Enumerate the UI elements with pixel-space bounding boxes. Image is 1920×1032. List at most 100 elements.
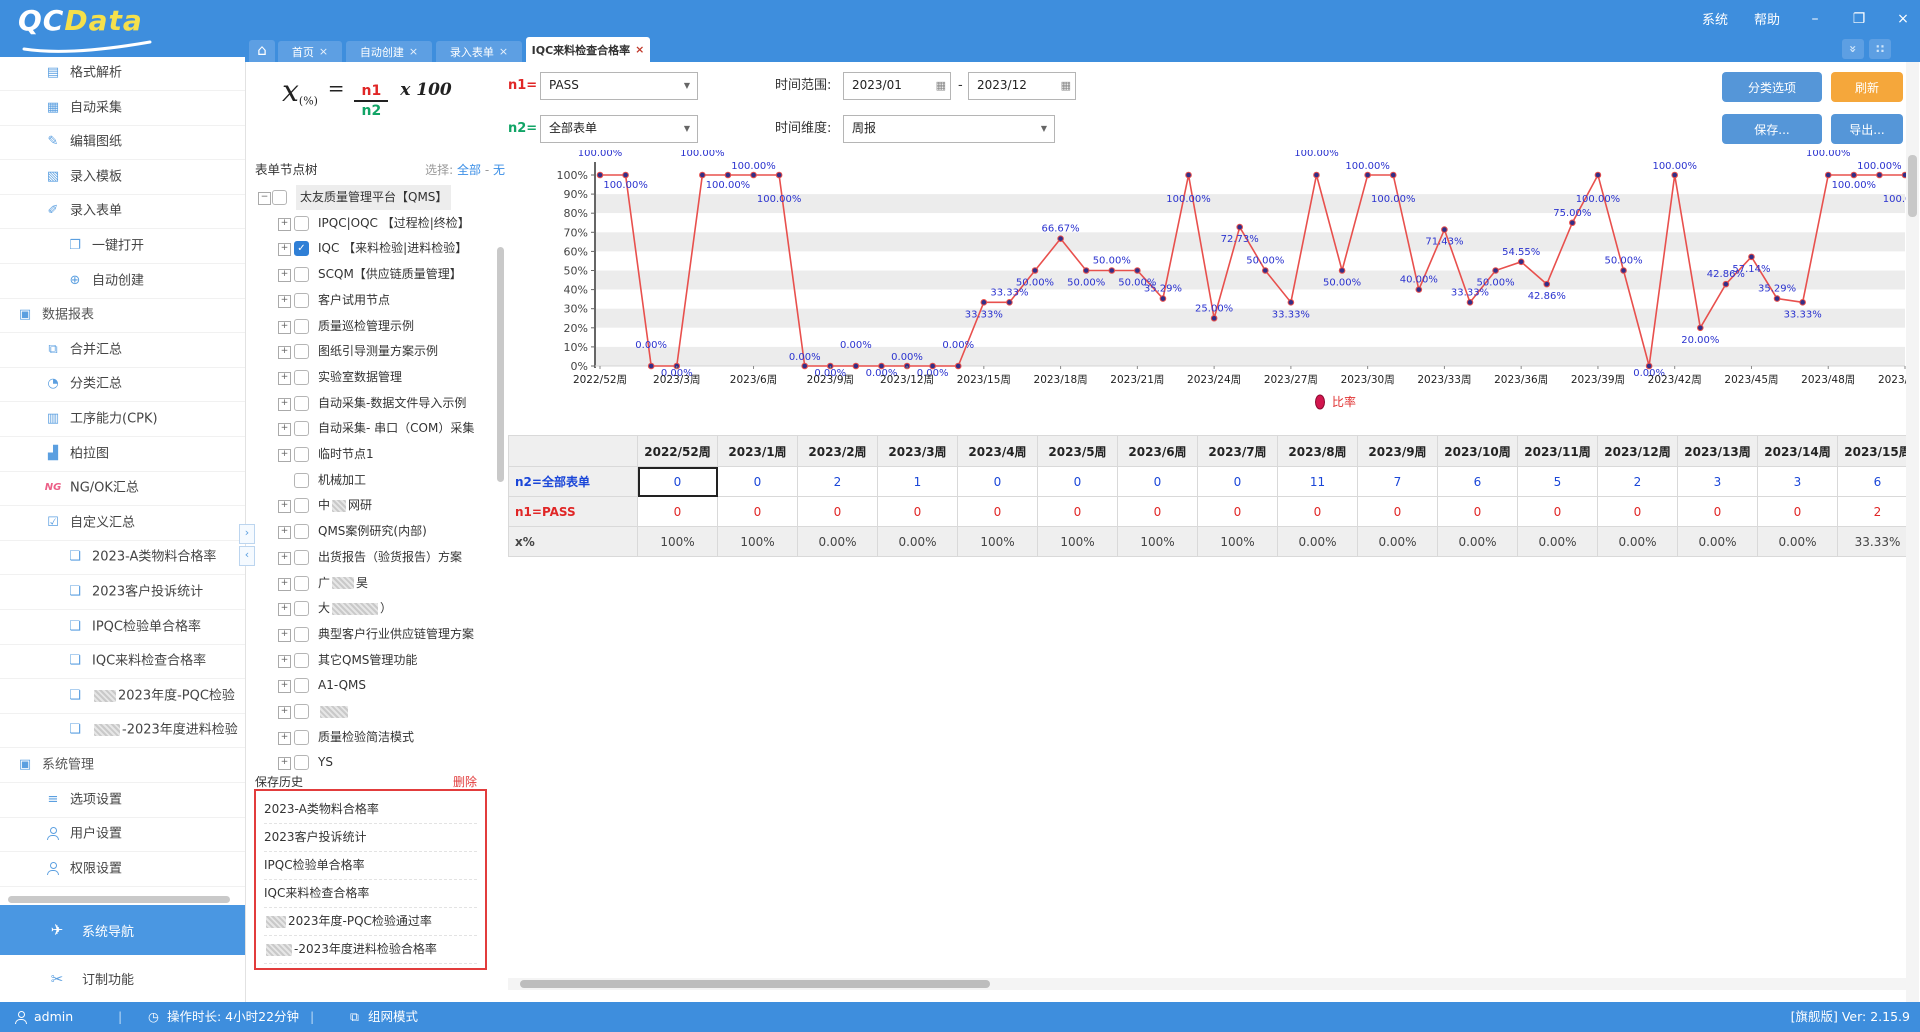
table-cell[interactable]: 1 (878, 467, 958, 497)
tree-node-label[interactable]: IQC 【来料检验|进料检验】 (318, 236, 467, 261)
checkbox[interactable] (294, 319, 309, 334)
category-options-button[interactable]: 分类选项 (1722, 72, 1822, 102)
table-cell[interactable]: 0 (1278, 497, 1358, 527)
tree-node[interactable]: +实验室数据管理 (251, 365, 507, 390)
restore-icon[interactable]: ❐ (1850, 11, 1868, 27)
table-cell[interactable]: 100% (1038, 527, 1118, 557)
tree-node[interactable]: +其它QMS管理功能 (251, 648, 507, 673)
tree-node-label[interactable]: 太友质量管理平台【QMS】 (296, 185, 451, 210)
sidebar-item[interactable]: ❐一键打开 (0, 229, 245, 264)
table-cell[interactable]: 0.00% (1518, 527, 1598, 557)
tree-node[interactable]: +SCQM【供应链质量管理】 (251, 262, 507, 287)
checkbox[interactable] (294, 755, 309, 770)
table-cell[interactable]: 0 (638, 467, 718, 497)
n1-select[interactable]: PASS ▼ (540, 72, 698, 100)
table-cell[interactable]: 5 (1518, 467, 1598, 497)
data-point[interactable] (955, 363, 961, 369)
n2-select[interactable]: 全部表单 ▼ (540, 115, 698, 143)
sidebar-item[interactable]: ◔分类汇总 (0, 367, 245, 402)
data-point[interactable] (1211, 315, 1217, 321)
tree-node-label[interactable]: 典型客户行业供应链管理方案 (318, 622, 474, 647)
data-point[interactable] (1749, 254, 1755, 260)
tab-close-icon[interactable]: × (499, 45, 508, 58)
sidebar-item[interactable]: ▤格式解析 (0, 56, 245, 91)
tree-node[interactable]: +质量巡检管理示例 (251, 314, 507, 339)
checkbox[interactable] (294, 524, 309, 539)
tree-node-label[interactable]: YS (318, 750, 333, 773)
checkbox[interactable] (294, 216, 309, 231)
data-point[interactable] (700, 172, 706, 178)
table-cell[interactable]: 0.00% (1678, 527, 1758, 557)
table-cell[interactable]: 0 (1678, 497, 1758, 527)
sidebar-item[interactable]: ≡选项设置 (0, 783, 245, 818)
main-vertical-scrollbar[interactable] (1906, 62, 1919, 1002)
minimize-icon[interactable]: – (1806, 11, 1824, 27)
expand-icon[interactable]: + (278, 295, 291, 308)
table-cell[interactable]: 3 (1678, 467, 1758, 497)
sidebar-item[interactable]: 权限设置 (0, 852, 245, 887)
data-point[interactable] (1774, 296, 1780, 302)
table-cell[interactable]: 0 (718, 467, 798, 497)
tree-node-label[interactable]: 临时节点1 (318, 442, 374, 467)
main-horizontal-scrollbar-thumb[interactable] (520, 980, 990, 988)
tree-node[interactable]: +QMS案例研究(内部) (251, 519, 507, 544)
checkbox[interactable] (294, 601, 309, 616)
date-from-input[interactable]: 2023/01 ▦ (843, 72, 951, 100)
checkbox[interactable] (294, 396, 309, 411)
tree-node-label[interactable]: 质量检验简洁模式 (318, 725, 414, 750)
sidebar-item[interactable]: 用户设置 (0, 817, 245, 852)
tree-node[interactable]: + (251, 699, 507, 724)
data-point[interactable] (1135, 268, 1141, 274)
data-point[interactable] (623, 172, 629, 178)
checkbox[interactable] (294, 730, 309, 745)
table-cell[interactable]: 6 (1438, 467, 1518, 497)
panel-expand-button[interactable]: › (239, 524, 255, 544)
checkbox[interactable] (294, 267, 309, 282)
expand-icon[interactable]: + (278, 655, 291, 668)
tree-node-label[interactable]: 中网研 (318, 493, 372, 518)
tree-select-none-link[interactable]: 无 (493, 163, 505, 177)
tree-node[interactable]: +客户试用节点 (251, 288, 507, 313)
data-point[interactable] (1825, 172, 1831, 178)
data-point[interactable] (725, 172, 731, 178)
checkbox[interactable] (294, 293, 309, 308)
data-point[interactable] (1186, 172, 1192, 178)
main-horizontal-scrollbar[interactable] (508, 978, 1908, 990)
table-cell[interactable]: 0.00% (878, 527, 958, 557)
sidebar-item[interactable]: ❏IPQC检验单合格率 (0, 610, 245, 645)
tab-item[interactable]: 首页× (278, 41, 342, 62)
table-cell[interactable]: 2 (798, 467, 878, 497)
tree-node[interactable]: +自动采集-数据文件导入示例 (251, 391, 507, 416)
table-cell[interactable]: 0 (1198, 497, 1278, 527)
data-point[interactable] (1058, 236, 1064, 242)
table-cell[interactable]: 100% (958, 527, 1038, 557)
table-cell[interactable]: 3 (1758, 467, 1838, 497)
tree-node[interactable]: +典型客户行业供应链管理方案 (251, 622, 507, 647)
expand-icon[interactable]: + (278, 578, 291, 591)
tree-node-label[interactable]: 质量巡检管理示例 (318, 314, 414, 339)
collapse-icon[interactable]: − (258, 192, 271, 205)
data-point[interactable] (776, 172, 782, 178)
data-point[interactable] (1621, 268, 1627, 274)
data-point[interactable] (1237, 224, 1243, 230)
tree-node-label[interactable]: SCQM【供应链质量管理】 (318, 262, 462, 287)
sidebar-item[interactable]: ❏IQC来料检查合格率 (0, 644, 245, 679)
table-cell[interactable]: 0 (958, 497, 1038, 527)
main-vertical-scrollbar-thumb[interactable] (1908, 155, 1917, 217)
sidebar-item[interactable]: ▧录入模板 (0, 160, 245, 195)
data-point[interactable] (1595, 172, 1601, 178)
tree-node[interactable]: +自动采集- 串口（COM）采集 (251, 416, 507, 441)
data-point[interactable] (802, 363, 808, 369)
sidebar-item[interactable]: ❏2023-A类物料合格率 (0, 540, 245, 575)
sidebar-item[interactable]: ▣系统管理 (0, 748, 245, 783)
tab-close-icon[interactable]: × (635, 43, 644, 56)
tree-node-label[interactable]: 图纸引导测量方案示例 (318, 339, 438, 364)
sidebar-nav-custom[interactable]: ✂订制功能 (0, 955, 245, 1002)
sidebar-horizontal-scrollbar[interactable] (8, 896, 230, 903)
expand-icon[interactable]: + (278, 398, 291, 411)
sidebar-item[interactable]: ▣数据报表 (0, 298, 245, 333)
data-point[interactable] (1032, 268, 1038, 274)
table-cell[interactable]: 0 (718, 497, 798, 527)
data-point[interactable] (981, 300, 987, 306)
history-item[interactable]: -2023年度进料检验合格率 (264, 935, 477, 964)
